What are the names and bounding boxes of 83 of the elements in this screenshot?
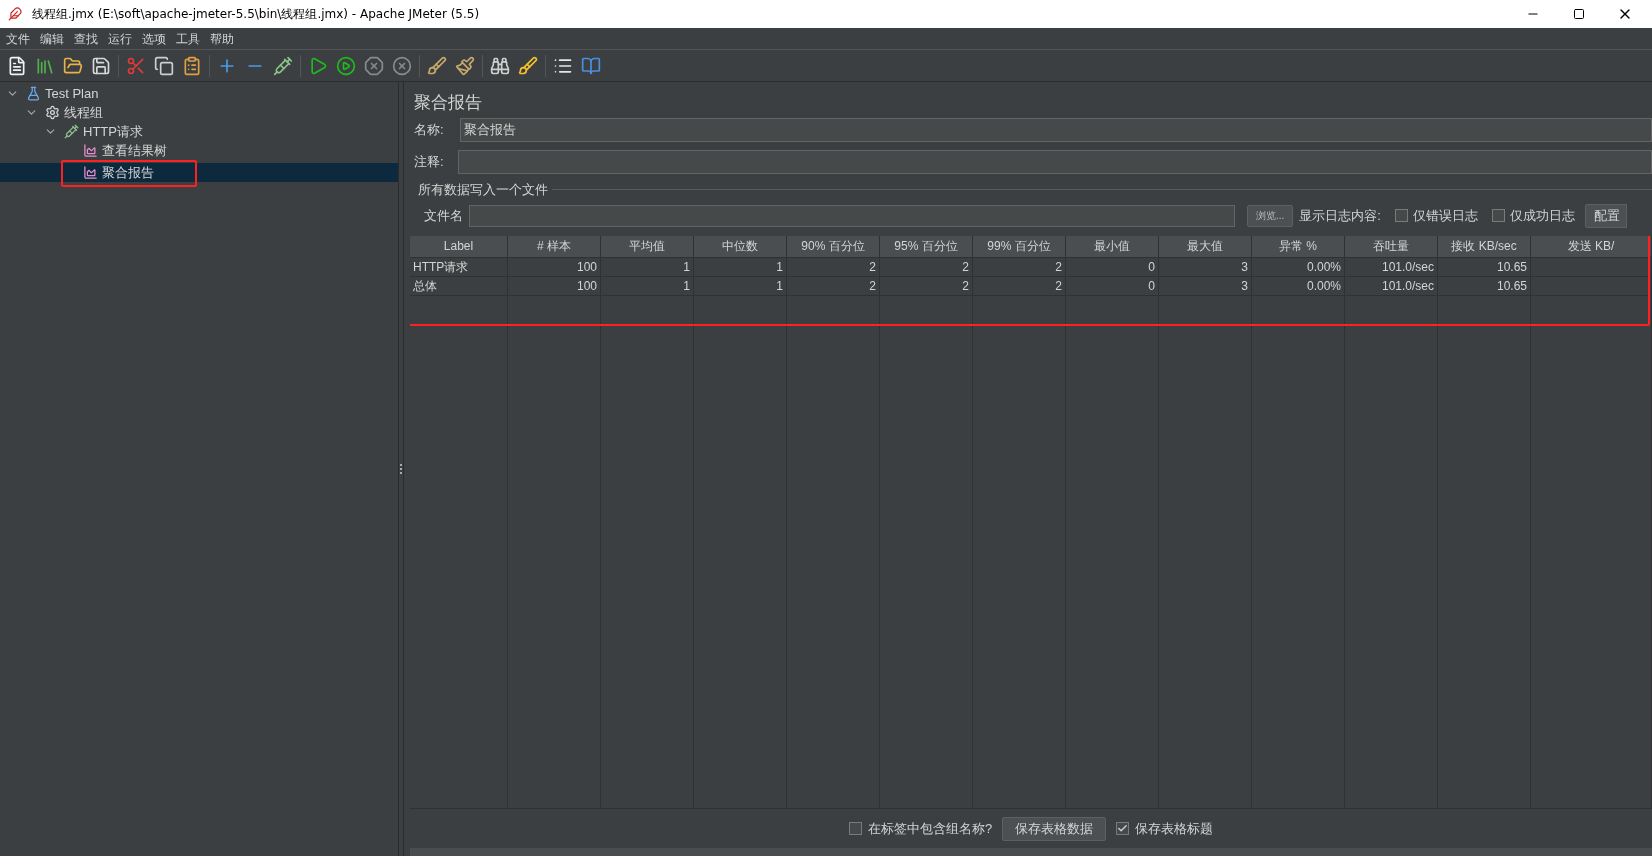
menu-item[interactable]: 工具: [172, 29, 204, 48]
checkbox-label: 保存表格标题: [1135, 819, 1214, 838]
tree-label: 聚合报告: [102, 163, 154, 182]
tree-row[interactable]: HTTP请求: [0, 122, 398, 141]
checkbox-label: 在标签中包含组名称?: [867, 819, 993, 838]
table-cell-text: 1: [683, 277, 690, 295]
group-title: 所有数据写入一个文件: [418, 181, 548, 199]
table-cell-text: 0: [1148, 258, 1155, 276]
table-cell-text: 1: [683, 258, 690, 276]
maximize-icon: [1573, 8, 1585, 20]
table-cell-text: 0.00%: [1306, 258, 1341, 276]
tree-label: Test Plan: [45, 84, 99, 103]
table-cell-text: 101.0/sec: [1381, 277, 1434, 295]
table-cell-text: 0: [1148, 277, 1155, 295]
table-cell-text: 2: [962, 258, 969, 276]
name-field[interactable]: 聚合报告: [460, 118, 1652, 142]
table-cell-text: 2: [1055, 277, 1062, 295]
gear-icon: [45, 105, 60, 120]
menu-item[interactable]: 选项: [138, 29, 170, 48]
log-label: 显示日志内容:: [1299, 206, 1381, 225]
table-cell-text: 0.00%: [1306, 277, 1341, 295]
syringe-icon: [64, 124, 79, 139]
checkbox[interactable]: [1394, 209, 1408, 222]
tree-row[interactable]: 线程组: [0, 103, 398, 122]
checkbox[interactable]: [1116, 822, 1130, 835]
column-header[interactable]: Label: [410, 235, 508, 257]
table-cell-text: 100: [576, 258, 597, 276]
checkbox-label: 仅成功日志: [1509, 206, 1575, 225]
config-button[interactable]: 配置: [1584, 203, 1627, 228]
tree-row[interactable]: 查看结果树: [0, 141, 398, 160]
table-cell-text: 10.65: [1496, 258, 1527, 276]
app-icon: [8, 7, 22, 21]
table-cell-text: 2: [962, 277, 969, 295]
table-cell-text: 1: [776, 258, 783, 276]
table-cell-text: 3: [1241, 277, 1248, 295]
tree-row[interactable]: Test Plan: [0, 84, 398, 103]
checkbox[interactable]: [1491, 209, 1505, 222]
column-header[interactable]: 发送 KB/: [1531, 235, 1652, 257]
tree-label: 线程组: [64, 103, 103, 122]
column-header[interactable]: 99% 百分位: [973, 235, 1066, 257]
tree-label: 查看结果树: [102, 141, 167, 160]
table-cell-text: 3: [1241, 258, 1248, 276]
comment-label: 注释:: [414, 153, 445, 172]
menu-item[interactable]: 文件: [2, 29, 34, 48]
flask-icon: [26, 86, 41, 101]
table-cell-text: 10.65: [1496, 277, 1527, 295]
table-cell-text: 1: [776, 277, 783, 295]
menu-item[interactable]: 帮助: [206, 29, 238, 48]
comment-field[interactable]: [458, 150, 1652, 174]
column-header[interactable]: 95% 百分位: [880, 235, 973, 257]
checkbox-label: 仅错误日志: [1412, 206, 1478, 225]
tree-row[interactable]: 聚合报告: [0, 163, 398, 182]
window-title: 线程组.jmx (E:\soft\apache-jmeter-5.5\bin\线程组.jmx) - Apache JMeter (5.5): [32, 6, 480, 23]
table-cell-text: 总体: [413, 277, 437, 295]
table-cell-text: 2: [1055, 258, 1062, 276]
tree-label: HTTP请求: [83, 122, 143, 141]
table-cell-text: 101.0/sec: [1381, 258, 1434, 276]
table-cell-text: 2: [869, 277, 876, 295]
chart-icon: [83, 165, 98, 180]
column-header[interactable]: 接收 KB/sec: [1438, 235, 1531, 257]
browse-button[interactable]: 浏览...: [1247, 204, 1294, 227]
column-header[interactable]: 最小值: [1066, 235, 1159, 257]
save-table-button[interactable]: 保存表格数据: [1002, 816, 1107, 841]
table-cell-text: HTTP请求: [413, 258, 469, 276]
table-cell-text: 2: [869, 258, 876, 276]
column-header[interactable]: 平均值: [601, 235, 694, 257]
column-header[interactable]: 90% 百分位: [787, 235, 880, 257]
checkbox[interactable]: [848, 822, 862, 835]
menu-item[interactable]: 查找: [70, 29, 102, 48]
filename-field[interactable]: [469, 204, 1235, 227]
menu-item[interactable]: 编辑: [36, 29, 68, 48]
chart-icon: [83, 143, 98, 158]
column-header[interactable]: # 样本: [508, 235, 601, 257]
splitter-handle-icon[interactable]: [400, 464, 402, 474]
filename-label: 文件名: [424, 206, 463, 225]
column-header[interactable]: 最大值: [1159, 235, 1252, 257]
column-header[interactable]: 异常 %: [1252, 235, 1345, 257]
menu-item[interactable]: 运行: [104, 29, 136, 48]
column-header[interactable]: 吞吐量: [1345, 235, 1438, 257]
panel-title: 聚合报告: [414, 92, 483, 114]
table-cell-text: 100: [576, 277, 597, 295]
name-label: 名称:: [414, 121, 445, 140]
column-header[interactable]: 中位数: [694, 235, 787, 257]
